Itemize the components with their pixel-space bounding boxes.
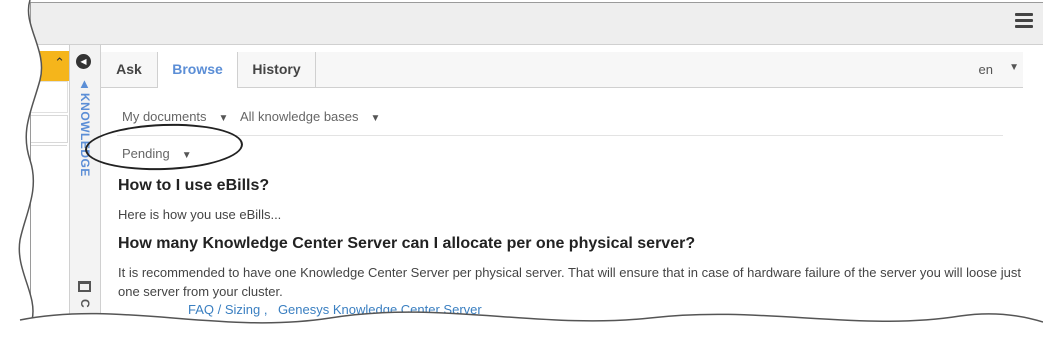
language-select[interactable]: en [979,62,993,77]
knowledge-side-strip: ◀ ▲ KNOWLEDGE C [70,45,101,321]
hamburger-menu-icon[interactable] [1015,13,1033,31]
caret-down-icon: ▼ [370,113,381,124]
tab-ask[interactable]: Ask [101,52,158,87]
article-tag-link[interactable]: FAQ / Sizing , [188,302,267,317]
article-title[interactable]: How many Knowledge Center Server can I a… [118,235,1023,253]
filter-divider [117,135,1003,136]
language-dropdown-arrow-icon[interactable]: ▼ [1009,62,1019,73]
window-icon[interactable] [78,281,91,292]
tab-history[interactable]: History [238,52,316,87]
tab-browse[interactable]: Browse [158,52,238,88]
knowledge-base-filter-label: All knowledge bases [240,109,359,124]
left-panel-field[interactable] [31,81,68,113]
knowledge-base-filter[interactable]: All knowledge bases ▼ [240,109,380,124]
documents-filter-label: My documents [122,109,207,124]
graduation-cap-icon: ▲ [78,76,91,91]
knowledge-tab-label[interactable]: KNOWLEDGE [78,93,92,177]
article-tag-link[interactable]: Genesys Knowledge Center Server [278,302,482,317]
chevron-up-icon[interactable]: ⌃ [54,55,65,71]
top-bar [31,3,1043,45]
tab-bar: Ask Browse History en ▼ [101,52,1023,88]
left-panel-content [31,145,67,321]
documents-filter[interactable]: My documents ▼ [122,109,228,124]
left-panel: ⌃ [31,45,70,321]
article-item[interactable]: How to I use eBills? Here is how you use… [118,177,1023,224]
second-tab-label[interactable]: C [78,299,92,308]
knowledge-main-panel: Ask Browse History en ▼ My documents ▼ Al… [101,45,1043,321]
article-item[interactable]: How many Knowledge Center Server can I a… [118,235,1023,319]
caret-down-icon: ▼ [218,113,229,124]
left-panel-input[interactable] [31,115,68,143]
article-summary: It is recommended to have one Knowledge … [118,265,1021,299]
article-summary: Here is how you use eBills... [118,207,282,222]
collapse-left-icon[interactable]: ◀ [76,54,91,69]
article-title[interactable]: How to I use eBills? [118,177,1023,195]
orange-header[interactable]: ⌃ [31,51,69,81]
